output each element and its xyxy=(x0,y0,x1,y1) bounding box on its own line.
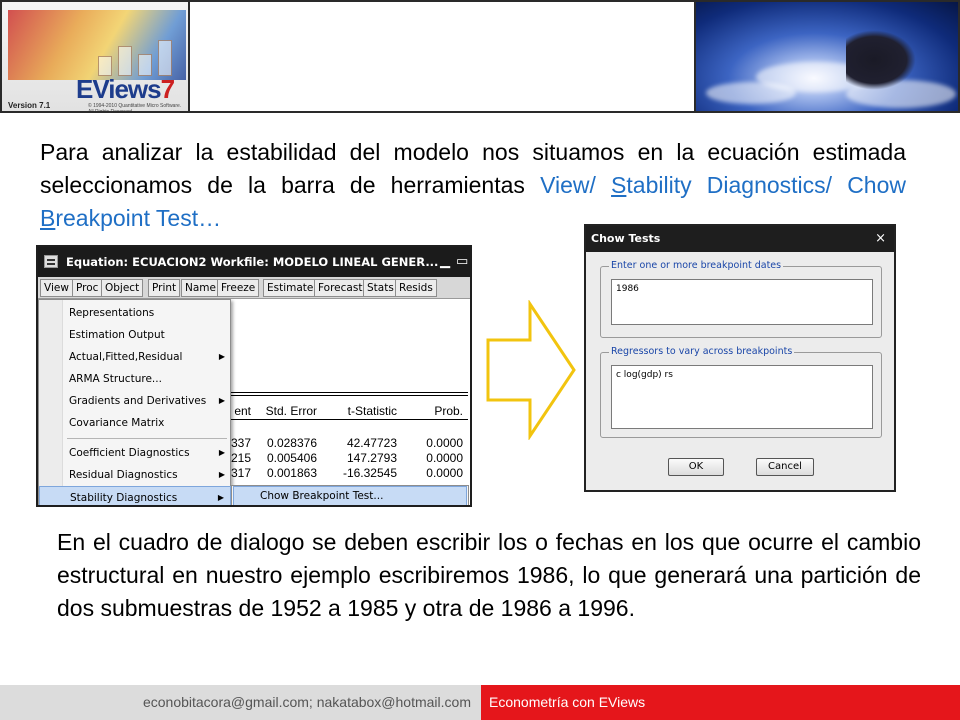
table-cell: -16.32545 xyxy=(342,466,397,480)
sky-figure-image xyxy=(694,0,960,113)
minimize-icon[interactable]: ▁ xyxy=(440,247,450,277)
table-cell: 0.001863 xyxy=(266,466,317,480)
winged-figure-silhouette xyxy=(846,30,916,90)
table-cell: 0.0000 xyxy=(426,466,463,480)
cancel-button[interactable]: Cancel xyxy=(756,458,814,476)
table-cell: 0.0000 xyxy=(426,451,463,465)
table-cell: 0.0000 xyxy=(426,436,463,450)
table-header: Std. Error xyxy=(265,404,317,418)
toolbar-forecast-button[interactable]: Forecast xyxy=(314,279,367,297)
menu-item-chow-breakpoint-test[interactable]: Chow Breakpoint Test... xyxy=(233,486,467,505)
menu-item-residual-diagnostics[interactable]: Residual Diagnostics ▶ xyxy=(39,464,231,486)
menu-item-coefficient-diagnostics[interactable]: Coefficient Diagnostics ▶ xyxy=(39,442,231,464)
window-menu-icon[interactable] xyxy=(44,255,58,268)
regressors-field[interactable]: c log(gdp) rs xyxy=(611,365,873,429)
toolbar-estimate-button[interactable]: Estimate xyxy=(263,279,318,297)
intro-paragraph: Para analizar la estabilidad del modelo … xyxy=(40,139,907,231)
table-cell: 337 xyxy=(231,436,252,450)
table-cell: 317 xyxy=(231,466,252,480)
toolbar-name-button[interactable]: Name xyxy=(181,279,220,297)
breakpoint-dates-group: Enter one or more breakpoint dates 1986 xyxy=(600,260,882,338)
table-cell: 215 xyxy=(231,451,252,465)
table-cell: 0.005406 xyxy=(266,451,317,465)
logo-bar xyxy=(158,40,172,76)
version-label: Version 7.1 xyxy=(8,101,51,110)
table-rule xyxy=(231,392,468,393)
regressors-group: Regressors to vary across breakpoints c … xyxy=(600,346,882,438)
table-cell: 147.2793 xyxy=(346,451,397,465)
maximize-icon[interactable]: ▭ xyxy=(456,247,468,277)
toolbar-resids-button[interactable]: Resids xyxy=(395,279,437,297)
table-cell: 42.47723 xyxy=(346,436,397,450)
window-title: Equation: ECUACION2 Workfile: MODELO LIN… xyxy=(66,255,439,269)
menu-item-estimation-output[interactable]: Estimation Output xyxy=(39,324,231,346)
regressors-label: Regressors to vary across breakpoints xyxy=(609,346,795,357)
table-rule xyxy=(231,395,468,396)
menu-item-gradients-derivatives[interactable]: Gradients and Derivatives ▶ xyxy=(39,390,231,412)
submenu-arrow-icon: ▶ xyxy=(217,493,224,502)
breakpoint-dates-label: Enter one or more breakpoint dates xyxy=(609,260,784,271)
chow-tests-dialog: Chow Tests × Enter one or more breakpoin… xyxy=(584,224,896,492)
breakpoint-dates-field[interactable]: 1986 xyxy=(611,279,873,325)
submenu-arrow-icon: ▶ xyxy=(218,470,225,479)
table-header: ent xyxy=(234,404,251,418)
toolbar-freeze-button[interactable]: Freeze xyxy=(217,279,260,297)
table-rule xyxy=(231,419,468,420)
logo-bar xyxy=(98,56,112,76)
stability-submenu: Chow Breakpoint Test... xyxy=(231,485,469,505)
logo-bar xyxy=(138,54,152,76)
toolbar-stats-button[interactable]: Stats xyxy=(363,279,398,297)
eviews-logo-banner: EViews7 Version 7.1 © 1994-2010 Quantita… xyxy=(0,0,190,113)
menu-separator xyxy=(67,438,227,439)
dialog-title: Chow Tests xyxy=(586,226,894,252)
submenu-arrow-icon: ▶ xyxy=(218,396,225,405)
menu-item-stability-diagnostics[interactable]: Stability Diagnostics ▶ xyxy=(39,486,231,505)
eviews-equation-window: Equation: ECUACION2 Workfile: MODELO LIN… xyxy=(36,245,472,507)
table-cell: 0.028376 xyxy=(266,436,317,450)
banner-blank-panel xyxy=(190,0,694,113)
submenu-arrow-icon: ▶ xyxy=(218,352,225,361)
menu-item-covariance-matrix[interactable]: Covariance Matrix xyxy=(39,412,231,434)
menu-item-actual-fitted-residual[interactable]: Actual,Fitted,Residual ▶ xyxy=(39,346,231,368)
window-title-bar: Equation: ECUACION2 Workfile: MODELO LIN… xyxy=(38,247,470,277)
menu-item-representations[interactable]: Representations xyxy=(39,302,231,324)
toolbar-object-button[interactable]: Object xyxy=(101,279,144,297)
table-header: t-Statistic xyxy=(347,404,397,418)
toolbar-print-button[interactable]: Print xyxy=(148,279,181,297)
right-arrow-icon xyxy=(486,300,576,440)
footer-course-title: Econometría con EViews xyxy=(481,685,960,720)
logo-bar xyxy=(118,46,132,76)
eviews-logo-text: EViews7 xyxy=(76,74,175,104)
close-icon[interactable]: × xyxy=(875,226,886,252)
submenu-arrow-icon: ▶ xyxy=(218,448,225,457)
toolbar-view-button[interactable]: View xyxy=(40,279,73,297)
toolbar-proc-button[interactable]: Proc xyxy=(72,279,103,297)
copyright-text: © 1994-2010 Quantitative Micro Software.… xyxy=(88,103,182,113)
view-dropdown-menu: Representations Estimation Output Actual… xyxy=(38,299,231,505)
explanation-paragraph: En el cuadro de dialogo se deben escribi… xyxy=(57,529,921,621)
footer-emails: econobitacora@gmail.com; nakatabox@hotma… xyxy=(0,685,481,720)
menu-item-arma-structure[interactable]: ARMA Structure... xyxy=(39,368,231,390)
table-header: Prob. xyxy=(434,404,463,418)
ok-button[interactable]: OK xyxy=(668,458,724,476)
equation-toolbar: View Proc Object Print Name Freeze Estim… xyxy=(38,277,470,299)
